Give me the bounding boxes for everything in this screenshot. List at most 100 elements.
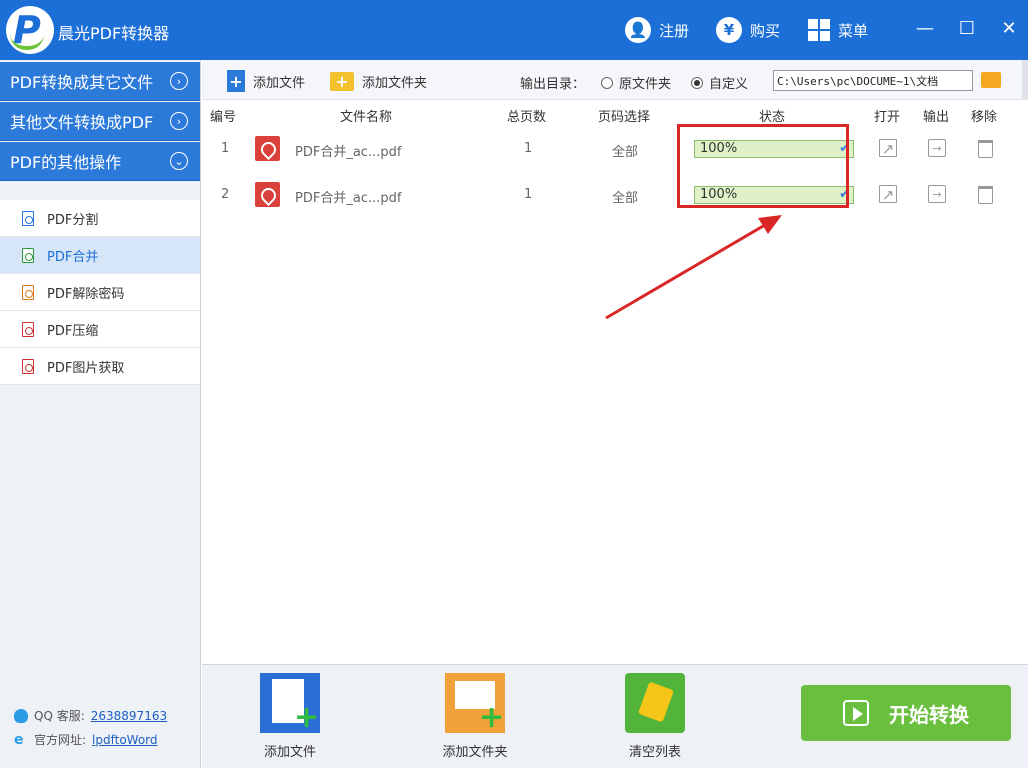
add-folder-button[interactable]: + 添加文件夹	[330, 70, 427, 92]
add-file-icon: +	[227, 70, 245, 92]
clear-list-button[interactable]: 清空列表	[605, 673, 705, 760]
table-header: 编号 文件名称 总页数 页码选择 状态 打开 输出 移除	[202, 101, 1028, 125]
clear-list-label: 清空列表	[628, 745, 681, 760]
category-label: PDF转换成其它文件	[10, 73, 154, 92]
register-button[interactable]: 👤 注册	[625, 14, 689, 46]
bottom-bar: + 添加文件 + 添加文件夹 清空列表 开始转换	[202, 664, 1028, 768]
sidebar-item-pdf-split[interactable]: PDF分割	[0, 200, 200, 237]
qq-support: QQ 客服: 2638897163	[14, 707, 167, 724]
radio-selected-icon	[691, 76, 703, 89]
bottom-add-file-button[interactable]: + 添加文件	[240, 673, 340, 760]
trash-icon[interactable]	[978, 140, 993, 158]
qq-link[interactable]: 2638897163	[91, 709, 167, 723]
row-pages: 1	[524, 141, 533, 156]
sidebar-item-label: PDF图片获取	[47, 360, 125, 376]
grid-menu-icon	[808, 19, 830, 41]
category-pdf-other-ops[interactable]: PDF的其他操作 ⌄	[0, 142, 200, 181]
row-filename: PDF合并_ac...pdf	[295, 145, 402, 160]
radio-label: 自定义	[709, 77, 749, 92]
menu-button[interactable]: 菜单	[808, 14, 868, 46]
site-link[interactable]: lpdftoWord	[92, 733, 157, 747]
qq-icon	[14, 708, 28, 723]
output-icon[interactable]: →	[928, 185, 946, 203]
sidebar-item-pdf-unlock[interactable]: PDF解除密码	[0, 274, 200, 311]
add-folder-large-icon: +	[445, 673, 505, 733]
table-row[interactable]: 1 PDF合并_ac...pdf 1 全部 100% ✔ ↗ →	[202, 126, 1028, 172]
sidebar: PDF转换成其它文件 › 其他文件转换成PDF › PDF的其他操作 ⌄ PDF…	[0, 60, 201, 768]
play-icon	[843, 700, 869, 726]
add-file-button[interactable]: + 添加文件	[227, 70, 305, 92]
sidebar-item-label: PDF解除密码	[47, 286, 125, 302]
app-logo: P	[6, 6, 54, 54]
radio-custom-folder[interactable]: 自定义	[691, 73, 748, 92]
sidebar-item-pdf-images[interactable]: PDF图片获取	[0, 348, 200, 385]
sidebar-item-label: PDF压缩	[47, 323, 99, 339]
add-file-large-icon: +	[260, 673, 320, 733]
col-open: 打开	[874, 110, 901, 125]
add-folder-label: 添加文件夹	[362, 75, 428, 91]
add-file-label: 添加文件	[253, 75, 306, 91]
row-filename: PDF合并_ac...pdf	[295, 191, 402, 206]
app-title: 晨光PDF转换器	[58, 24, 170, 43]
bottom-add-folder-label: 添加文件夹	[442, 745, 508, 760]
output-path-input[interactable]: C:\Users\pc\DOCUME~1\文档	[773, 70, 973, 91]
col-no: 编号	[210, 110, 237, 125]
start-convert-button[interactable]: 开始转换	[801, 685, 1011, 741]
official-site: e 官方网址: lpdftoWord	[14, 731, 158, 748]
col-page-select: 页码选择	[598, 110, 651, 125]
row-no: 1	[221, 141, 230, 156]
menu-label: 菜单	[838, 21, 869, 40]
category-label: 其他文件转换成PDF	[10, 113, 154, 132]
output-dir-label: 输出目录：	[520, 77, 586, 92]
pdf-icon	[22, 247, 34, 263]
col-remove: 移除	[971, 110, 998, 125]
row-page-select[interactable]: 全部	[612, 141, 638, 160]
start-convert-label: 开始转换	[889, 702, 969, 727]
minimize-button[interactable]: —	[912, 15, 938, 41]
trash-icon[interactable]	[978, 186, 993, 204]
pdf-icon	[22, 321, 34, 337]
annotation-highlight-box	[677, 124, 849, 208]
category-pdf-to-other[interactable]: PDF转换成其它文件 ›	[0, 62, 200, 101]
maximize-button[interactable]: ☐	[954, 15, 980, 41]
radio-icon	[601, 76, 613, 89]
sidebar-item-label: PDF合并	[47, 249, 99, 265]
col-output: 输出	[923, 110, 950, 125]
buy-label: 购买	[750, 21, 781, 40]
sidebar-item-label: PDF分割	[47, 212, 99, 228]
pdf-file-icon	[255, 136, 280, 161]
user-icon: 👤	[625, 17, 651, 43]
chevron-right-icon: ›	[170, 112, 188, 130]
pdf-icon	[22, 210, 34, 226]
pdf-file-icon	[255, 182, 280, 207]
sidebar-item-pdf-compress[interactable]: PDF压缩	[0, 311, 200, 348]
bottom-add-folder-button[interactable]: + 添加文件夹	[425, 673, 525, 760]
output-icon[interactable]: →	[928, 139, 946, 157]
sidebar-item-pdf-merge[interactable]: PDF合并	[0, 237, 200, 274]
category-other-to-pdf[interactable]: 其他文件转换成PDF ›	[0, 102, 200, 141]
open-external-icon[interactable]: ↗	[879, 139, 897, 158]
browse-folder-icon[interactable]	[981, 72, 1001, 88]
toolbar: + 添加文件 + 添加文件夹 输出目录： 原文件夹 自定义 C:\Users\p…	[202, 60, 1028, 100]
row-pages: 1	[524, 187, 533, 202]
category-label: PDF的其他操作	[10, 153, 122, 172]
bottom-add-file-label: 添加文件	[263, 745, 316, 760]
broom-icon	[625, 673, 685, 733]
close-button[interactable]: ✕	[996, 15, 1022, 41]
col-status: 状态	[759, 110, 786, 125]
chevron-down-icon: ⌄	[170, 152, 188, 170]
col-pages: 总页数	[507, 110, 547, 125]
radio-label: 原文件夹	[619, 77, 672, 92]
buy-button[interactable]: ¥ 购买	[716, 14, 780, 46]
add-folder-icon: +	[330, 71, 354, 91]
table-row[interactable]: 2 PDF合并_ac...pdf 1 全部 100% ✔ ↗ →	[202, 172, 1028, 218]
row-page-select[interactable]: 全部	[612, 187, 638, 206]
row-no: 2	[221, 187, 230, 202]
scrollbar[interactable]	[1022, 60, 1028, 100]
title-bar: P 晨光PDF转换器 👤 注册 ¥ 购买 菜单 — ☐ ✕	[0, 0, 1028, 60]
site-label: 官方网址:	[34, 733, 87, 747]
col-name: 文件名称	[340, 110, 393, 125]
open-external-icon[interactable]: ↗	[879, 185, 897, 204]
browser-icon: e	[14, 731, 24, 748]
radio-original-folder[interactable]: 原文件夹	[601, 73, 671, 92]
